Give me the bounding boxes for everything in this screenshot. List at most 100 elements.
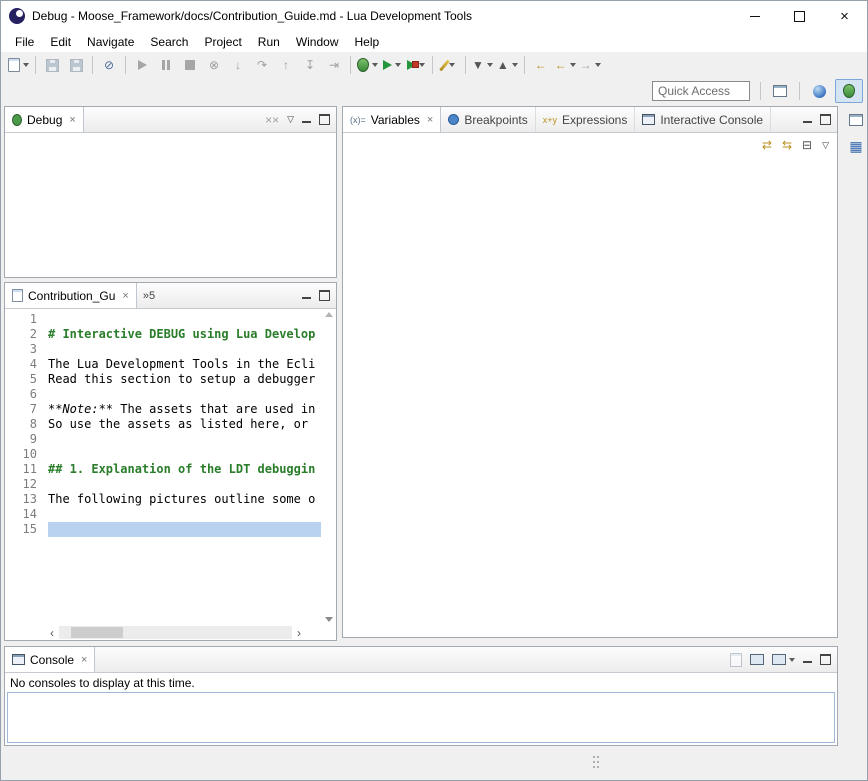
debug-view-menu-icon[interactable]: ▽ — [287, 114, 294, 125]
close-console-tab-icon[interactable]: × — [81, 654, 87, 666]
resume-button[interactable] — [130, 54, 154, 76]
hidden-editors-indicator[interactable]: »5 — [137, 283, 161, 308]
maximize-variables-view-button[interactable] — [820, 114, 831, 125]
editor-body[interactable]: 1 2# Interactive DEBUG using Lua Develop… — [5, 309, 336, 625]
last-edit-location-button[interactable]: ← — [529, 54, 553, 76]
line-number[interactable]: 14 — [5, 507, 48, 522]
scroll-right-icon[interactable]: › — [292, 626, 306, 640]
tab-interactive-console[interactable]: Interactive Console — [635, 107, 771, 132]
hscroll-thumb[interactable] — [71, 627, 123, 638]
terminate-button[interactable] — [178, 54, 202, 76]
menu-navigate[interactable]: Navigate — [79, 33, 142, 51]
scroll-down-icon[interactable] — [325, 617, 333, 622]
tab-console[interactable]: Console × — [5, 647, 95, 672]
line-number[interactable]: 8 — [5, 417, 48, 432]
clear-console-button[interactable] — [730, 653, 742, 667]
markdown-heading: ## 1. Explanation of the LDT debuggin — [48, 462, 321, 477]
editor-current-line: 15 — [5, 522, 321, 537]
line-number[interactable]: 5 — [5, 372, 48, 387]
tab-debug[interactable]: Debug × — [5, 107, 84, 132]
drop-to-frame-button[interactable]: ↧ — [298, 54, 322, 76]
line-number[interactable]: 7 — [5, 402, 48, 417]
line-number[interactable]: 9 — [5, 432, 48, 447]
line-number[interactable]: 2 — [5, 327, 48, 342]
save-all-button[interactable] — [64, 54, 88, 76]
close-variables-tab-icon[interactable]: × — [427, 114, 433, 126]
line-number[interactable]: 15 — [5, 522, 48, 537]
minimize-console-view-button[interactable] — [803, 661, 812, 663]
menu-search[interactable]: Search — [142, 33, 196, 51]
maximize-editor-button[interactable] — [319, 290, 330, 301]
show-logical-structure-button[interactable]: ⇄ — [762, 139, 772, 151]
hscroll-track[interactable] — [59, 626, 292, 639]
save-button[interactable] — [40, 54, 64, 76]
display-console-button[interactable] — [750, 654, 764, 665]
run-button[interactable] — [380, 54, 404, 76]
resume-icon — [138, 60, 147, 70]
menu-project[interactable]: Project — [196, 33, 249, 51]
disconnect-button[interactable]: ⊗ — [202, 54, 226, 76]
editor-horizontal-scrollbar[interactable]: ‹ › — [5, 625, 336, 640]
menu-help[interactable]: Help — [347, 33, 388, 51]
line-number[interactable]: 13 — [5, 492, 48, 507]
tab-variables[interactable]: (x)= Variables × — [343, 107, 441, 132]
editor-text-area[interactable]: 1 2# Interactive DEBUG using Lua Develop… — [5, 309, 321, 625]
editor-vertical-scrollbar[interactable] — [321, 309, 336, 625]
restore-view-button[interactable] — [846, 110, 866, 130]
step-over-button[interactable]: ↷ — [250, 54, 274, 76]
line-number[interactable]: 4 — [5, 357, 48, 372]
debug-button[interactable] — [355, 54, 380, 76]
quick-access-input[interactable]: Quick Access — [652, 81, 750, 101]
line-number[interactable]: 6 — [5, 387, 48, 402]
menu-window[interactable]: Window — [288, 33, 347, 51]
next-annotation-button[interactable]: ▼ — [470, 54, 495, 76]
close-editor-tab-icon[interactable]: × — [122, 290, 128, 302]
line-number[interactable]: 10 — [5, 447, 48, 462]
terminate-icon — [185, 60, 195, 70]
app-icon[interactable] — [9, 8, 25, 24]
debug-perspective-button[interactable] — [835, 79, 863, 103]
open-console-button[interactable] — [772, 654, 795, 665]
skip-all-breakpoints-button[interactable]: ⊘ — [97, 54, 121, 76]
menu-edit[interactable]: Edit — [42, 33, 79, 51]
step-return-button[interactable]: ↑ — [274, 54, 298, 76]
variables-view-menu-icon[interactable]: ▽ — [822, 140, 829, 151]
restore-grid-view-button[interactable]: ▦ — [846, 136, 866, 156]
menu-run[interactable]: Run — [250, 33, 288, 51]
tab-breakpoints[interactable]: Breakpoints — [441, 107, 535, 132]
mark-occurrences-button[interactable] — [437, 54, 461, 76]
tab-contribution-guide[interactable]: Contribution_Gu × — [5, 283, 137, 308]
previous-annotation-button[interactable]: ▲ — [495, 54, 520, 76]
close-debug-tab-icon[interactable]: × — [69, 114, 75, 126]
step-into-button[interactable]: ↓ — [226, 54, 250, 76]
close-window-button[interactable]: × — [822, 1, 867, 31]
line-number[interactable]: 1 — [5, 312, 48, 327]
back-button[interactable]: ← — [553, 54, 578, 76]
line-number[interactable]: 11 — [5, 462, 48, 477]
menu-file[interactable]: File — [7, 33, 42, 51]
debug-perspective-icon — [843, 84, 855, 98]
minimize-debug-view-button[interactable] — [302, 121, 311, 123]
minimize-variables-view-button[interactable] — [803, 121, 812, 123]
statusbar-grip-handle[interactable] — [593, 756, 595, 758]
collapse-all-button[interactable]: ⊟ — [802, 139, 812, 151]
external-tools-button[interactable] — [404, 54, 428, 76]
maximize-window-button[interactable] — [777, 1, 822, 31]
scroll-left-icon[interactable]: ‹ — [45, 626, 59, 640]
new-button[interactable] — [6, 54, 31, 76]
open-perspective-button[interactable] — [766, 79, 794, 103]
maximize-debug-view-button[interactable] — [319, 114, 330, 125]
line-number[interactable]: 3 — [5, 342, 48, 357]
scroll-up-icon[interactable] — [325, 312, 333, 317]
lua-perspective-button[interactable] — [805, 79, 833, 103]
show-columns-button[interactable]: ⇆ — [782, 139, 792, 151]
minimize-editor-button[interactable] — [302, 297, 311, 299]
minimize-window-button[interactable] — [732, 1, 777, 31]
remove-terminated-button[interactable]: ×× — [265, 114, 279, 126]
forward-button[interactable]: → — [578, 54, 603, 76]
use-step-filters-button[interactable]: ⇥ — [322, 54, 346, 76]
maximize-console-view-button[interactable] — [820, 654, 831, 665]
tab-expressions[interactable]: x+y Expressions — [536, 107, 636, 132]
suspend-button[interactable] — [154, 54, 178, 76]
line-number[interactable]: 12 — [5, 477, 48, 492]
